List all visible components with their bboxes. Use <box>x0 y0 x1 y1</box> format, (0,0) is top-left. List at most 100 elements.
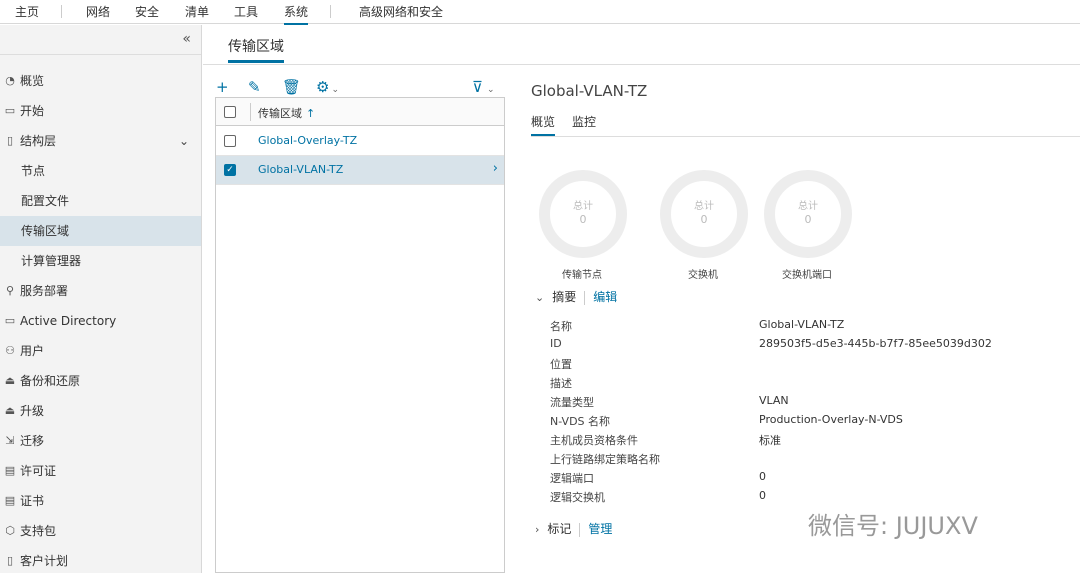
field-label: ID <box>550 337 562 350</box>
sidebar-item-label: 配置文件 <box>21 194 70 208</box>
monitor-icon: ▭ <box>4 104 16 117</box>
separator <box>579 522 581 537</box>
nav-home[interactable]: 主页 <box>15 3 39 20</box>
users-icon: ⚇ <box>5 344 15 357</box>
field-value: 0 <box>759 489 766 502</box>
sidebar-item-label: 节点 <box>21 164 46 178</box>
chevron-down-icon: ⌄ <box>331 85 339 95</box>
row-checkbox[interactable] <box>224 135 236 147</box>
donut-title: 总计 <box>573 201 593 212</box>
donut-title: 总计 <box>694 201 714 212</box>
donut-value: 0 <box>579 213 587 226</box>
upgrade-icon: ⏏ <box>4 404 16 417</box>
certificate-icon: ▤ <box>4 494 16 507</box>
manage-link[interactable]: 管理 <box>588 522 612 536</box>
sidebar-item-nodes[interactable]: 节点 <box>0 156 201 186</box>
table-row[interactable]: Global-Overlay-TZ <box>216 127 504 156</box>
switches-donut: 总计 0 <box>660 170 748 258</box>
sidebar-item-label: 服务部署 <box>20 284 69 298</box>
document-icon: ▯ <box>6 554 14 567</box>
row-name-link[interactable]: Global-VLAN-TZ <box>258 163 343 176</box>
transport-nodes-donut: 总计 0 <box>539 170 627 258</box>
column-header-transport-zone[interactable]: 传输区域 ↑ <box>258 105 315 121</box>
gear-icon[interactable]: ⚙ ⌄ <box>316 78 339 96</box>
donut-label: 交换机端口 <box>782 270 832 281</box>
speedometer-icon: ◔ <box>5 74 15 87</box>
chevron-down-icon[interactable]: ⌄ <box>179 126 189 156</box>
field-value: 0 <box>759 470 766 483</box>
edit-icon[interactable]: ✎ <box>248 78 261 96</box>
sidebar-item-service-deployments[interactable]: ⚲ 服务部署 <box>0 276 201 306</box>
sidebar-item-licenses[interactable]: ▤ 许可证 <box>0 456 201 486</box>
sidebar-item-customer-program[interactable]: ▯ 客户计划 <box>0 546 201 573</box>
column-separator <box>250 103 251 121</box>
sidebar-item-compute-managers[interactable]: 计算管理器 <box>0 246 201 276</box>
nav-system[interactable]: 系统 <box>284 3 309 25</box>
nav-security[interactable]: 安全 <box>135 3 159 20</box>
nav-separator <box>330 5 331 18</box>
sidebar-item-profiles[interactable]: 配置文件 <box>0 186 201 216</box>
field-label: 逻辑端口 <box>550 472 594 485</box>
delete-icon[interactable]: 🗑 <box>282 78 301 96</box>
nav-advanced-networking[interactable]: 高级网络和安全 <box>359 3 443 20</box>
sidebar-item-label: 证书 <box>20 494 45 508</box>
folder-icon: ▭ <box>4 314 16 327</box>
nav-separator <box>61 5 62 18</box>
summary-section-header: ⌄ 摘要 编辑 <box>535 288 617 305</box>
clipboard-icon: ▯ <box>6 134 14 147</box>
summary-heading: 摘要 <box>552 290 577 304</box>
tags-section-header: › 标记 管理 <box>535 520 612 537</box>
page-title: 传输区域 <box>228 39 284 55</box>
table-row[interactable]: ✓ Global-VLAN-TZ › <box>216 156 504 185</box>
license-icon: ▤ <box>4 464 16 477</box>
backup-icon: ⏏ <box>4 374 16 387</box>
column-header-label: 传输区域 <box>258 107 302 120</box>
sidebar-item-upgrade[interactable]: ⏏ 升级 <box>0 396 201 426</box>
row-checkbox[interactable]: ✓ <box>224 164 236 176</box>
filter-icon[interactable]: ⊽ ⌄ <box>472 78 495 96</box>
content-divider <box>203 64 1080 65</box>
chevron-down-icon: ⌄ <box>486 85 495 95</box>
donut-label: 交换机 <box>688 270 718 281</box>
nav-tools[interactable]: 工具 <box>234 3 258 20</box>
package-icon: ⬡ <box>5 524 15 537</box>
nav-networking[interactable]: 网络 <box>86 3 110 20</box>
tab-monitor[interactable]: 监控 <box>572 113 596 130</box>
sidebar-item-label: 许可证 <box>20 464 57 478</box>
field-label: 主机成员资格条件 <box>550 434 638 447</box>
chevron-right-icon[interactable]: › <box>493 161 498 176</box>
deploy-icon: ⚲ <box>5 284 15 297</box>
field-label: 位置 <box>550 358 572 371</box>
sidebar-item-label: 概览 <box>20 74 45 88</box>
sidebar-item-certificates[interactable]: ▤ 证书 <box>0 486 201 516</box>
donut-title: 总计 <box>798 201 818 212</box>
sidebar-item-users[interactable]: ⚇ 用户 <box>0 336 201 366</box>
tab-overview[interactable]: 概览 <box>531 113 555 130</box>
select-all-checkbox[interactable] <box>224 106 236 118</box>
sidebar: « ◔ 概览 ▭ 开始 ▯ 结构层 ⌄ 节点 配置文件 传输区域 计算管理器 ⚲… <box>0 25 202 573</box>
sidebar-item-label: 升级 <box>20 404 45 418</box>
chevron-right-icon[interactable]: › <box>535 523 539 536</box>
collapse-sidebar-icon[interactable]: « <box>182 31 191 47</box>
sidebar-item-label: 客户计划 <box>20 554 69 568</box>
sidebar-item-overview[interactable]: ◔ 概览 <box>0 66 201 96</box>
sidebar-item-active-directory[interactable]: ▭ Active Directory <box>0 306 201 336</box>
row-name-link[interactable]: Global-Overlay-TZ <box>258 134 357 147</box>
field-value: VLAN <box>759 394 789 407</box>
sidebar-item-label: 用户 <box>20 344 45 358</box>
sidebar-item-get-started[interactable]: ▭ 开始 <box>0 96 201 126</box>
nav-inventory[interactable]: 清单 <box>185 3 209 20</box>
add-icon[interactable]: + <box>216 78 229 96</box>
edit-link[interactable]: 编辑 <box>593 290 617 304</box>
chevron-down-icon[interactable]: ⌄ <box>535 291 544 304</box>
sidebar-item-migrate[interactable]: ⇲ 迁移 <box>0 426 201 456</box>
sidebar-item-transport-zones[interactable]: 传输区域 <box>0 216 201 246</box>
sidebar-item-backup-restore[interactable]: ⏏ 备份和还原 <box>0 366 201 396</box>
sidebar-item-label: 计算管理器 <box>21 254 82 268</box>
sidebar-item-fabric[interactable]: ▯ 结构层 ⌄ <box>0 126 201 156</box>
watermark: 微信号: JUJUXV <box>808 512 978 540</box>
detail-title: Global-VLAN-TZ <box>531 82 648 100</box>
sort-ascending-icon: ↑ <box>306 107 316 120</box>
tags-heading: 标记 <box>547 522 572 536</box>
sidebar-item-support-bundle[interactable]: ⬡ 支持包 <box>0 516 201 546</box>
